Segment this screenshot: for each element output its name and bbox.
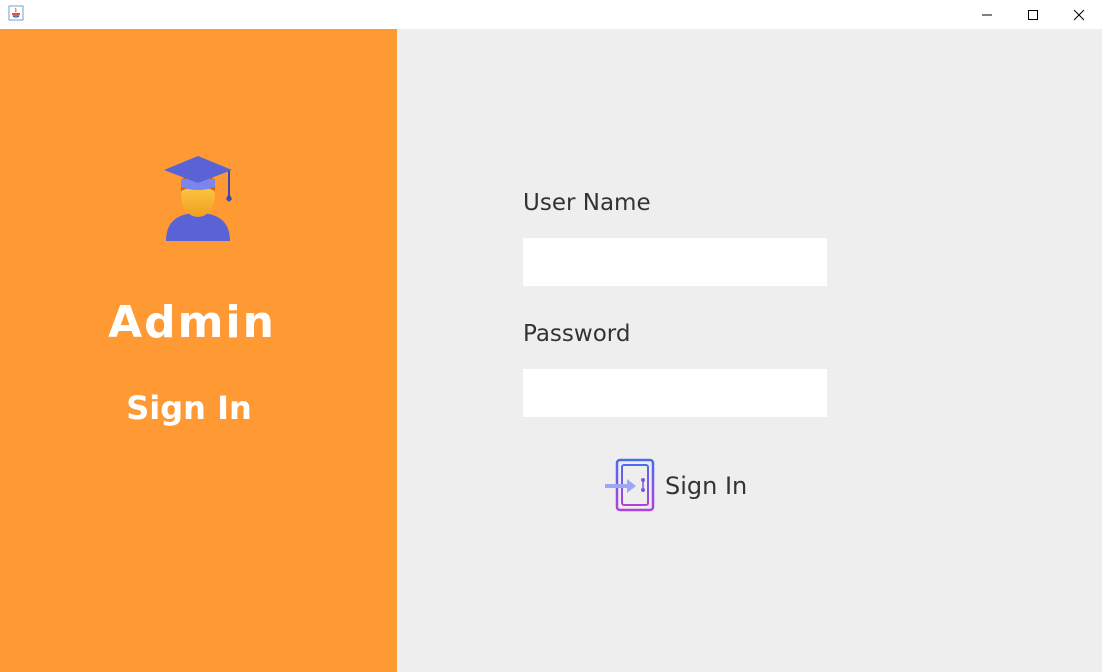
password-field[interactable] — [523, 369, 827, 417]
minimize-icon — [982, 14, 992, 15]
maximize-icon — [1028, 9, 1038, 20]
panel-title: Admin — [108, 297, 276, 348]
username-label: User Name — [523, 190, 651, 216]
title-bar — [0, 0, 1102, 29]
login-form-panel: User Name Password Sign In — [397, 29, 1102, 672]
maximize-button[interactable] — [1010, 0, 1056, 29]
password-label: Password — [523, 321, 631, 347]
minimize-button[interactable] — [964, 0, 1010, 29]
close-icon — [1073, 9, 1085, 20]
graduate-icon — [161, 155, 235, 241]
branding-panel: Admin Sign In — [0, 29, 397, 672]
java-icon — [8, 5, 24, 21]
panel-subtitle: Sign In — [126, 389, 252, 427]
sign-in-button[interactable]: Sign In — [605, 457, 765, 515]
close-button[interactable] — [1056, 0, 1102, 29]
door-enter-icon — [605, 458, 657, 514]
sign-in-label: Sign In — [665, 472, 748, 500]
username-field[interactable] — [523, 238, 827, 286]
